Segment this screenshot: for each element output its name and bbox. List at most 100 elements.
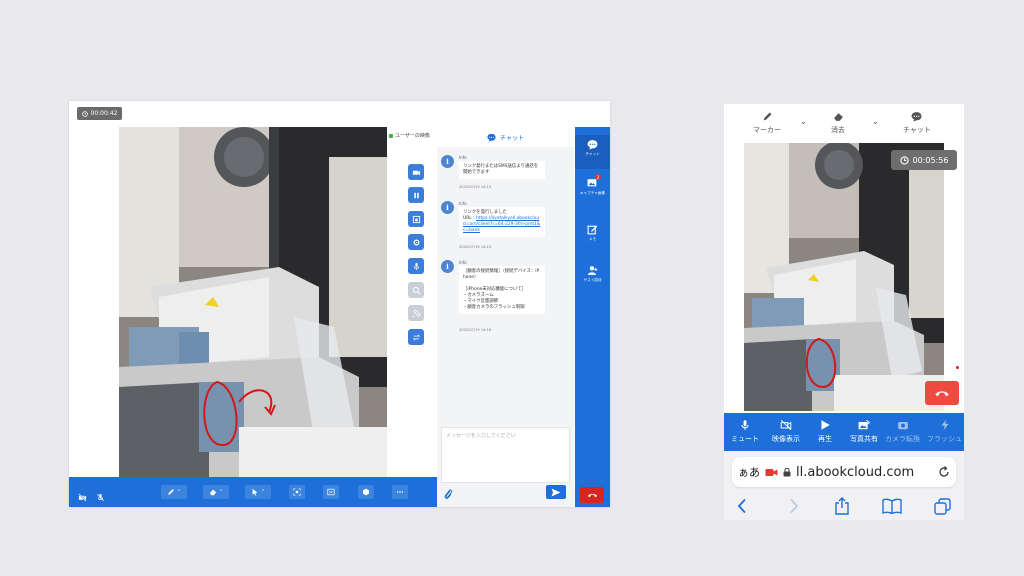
- side-navigation: チャット 2 キャプチャ画像 メモ ゲスト招待: [575, 127, 610, 507]
- mic-icon: [741, 420, 749, 430]
- call-timer-text: 00:00:42: [90, 110, 118, 117]
- mic-off-toggle[interactable]: [96, 487, 105, 506]
- video-off-toggle[interactable]: [78, 487, 87, 506]
- share-button[interactable]: [832, 496, 852, 516]
- tabs-icon: [933, 497, 951, 515]
- camera-in-use-icon: [765, 468, 778, 476]
- message-timestamp: 2022/07/19 14:16: [459, 328, 492, 332]
- nav-memo[interactable]: メモ: [575, 224, 610, 242]
- camera-settings-button[interactable]: [408, 234, 424, 250]
- chat-panel: チャット i Info リンク発行またはSMS送信より通話を開始できます 202…: [437, 127, 574, 507]
- eraser-icon: [209, 489, 217, 496]
- call-controls: ミュート 映像表示 再生 写真共有 カメラ転換 フラッシュ: [724, 413, 964, 451]
- mobile-top-toolbar: マーカー ⌄ 消去 ⌄ チャット: [724, 104, 964, 142]
- book-icon: [882, 498, 902, 514]
- focus-icon: [293, 488, 301, 496]
- switch-camera-icon: [412, 334, 420, 340]
- marker-label: マーカー: [753, 126, 781, 134]
- capture-button[interactable]: [408, 211, 424, 227]
- more-button[interactable]: [392, 485, 408, 499]
- browser-nav-bar: [724, 493, 964, 518]
- mute-button[interactable]: ミュート: [731, 419, 759, 444]
- message-sender: Info: [459, 201, 467, 206]
- paperclip-icon: [444, 489, 453, 499]
- end-call-button[interactable]: [580, 487, 604, 503]
- flashlight-button[interactable]: [408, 305, 424, 321]
- end-call-button[interactable]: [925, 381, 959, 405]
- pause-icon: [413, 192, 419, 198]
- hangup-icon: [587, 493, 597, 498]
- forward-button[interactable]: [784, 496, 804, 516]
- user-video-label: ユーザーの映像: [389, 132, 430, 139]
- nav-guest-invite[interactable]: ゲスト招待: [575, 265, 610, 283]
- video-camera-icon: [412, 170, 420, 175]
- share-icon: [835, 497, 849, 515]
- camera-switch-button[interactable]: カメラ転換: [885, 419, 920, 444]
- chat-header: チャット: [437, 127, 574, 147]
- eraser-icon: [833, 113, 843, 121]
- marker-tool[interactable]: マーカー: [753, 111, 781, 135]
- user-video-label-text: ユーザーの映像: [395, 133, 430, 139]
- hexagon-icon: [362, 488, 370, 496]
- message-sender: Info: [459, 155, 467, 160]
- message-bubble: ［顧客の接続情報］（接続デバイス：iPhone） ［iPhone未対応機能につい…: [459, 266, 545, 314]
- lock-icon: [783, 467, 791, 477]
- video-off-icon: [78, 493, 87, 502]
- guest-invite-icon: [587, 266, 598, 275]
- attach-button[interactable]: [443, 485, 453, 504]
- chat-tool[interactable]: チャット: [903, 111, 931, 135]
- video-display-button[interactable]: 映像表示: [772, 419, 800, 444]
- bookmarks-button[interactable]: [882, 496, 902, 516]
- photo-share-button[interactable]: 写真共有: [850, 419, 878, 444]
- photo-share-label: 写真共有: [850, 435, 878, 443]
- pause-button[interactable]: [408, 187, 424, 203]
- more-icon: [396, 491, 404, 493]
- camera-button[interactable]: [408, 164, 424, 180]
- user-video-feed: [119, 127, 387, 477]
- nav-memo-label: メモ: [588, 237, 597, 241]
- flash-button[interactable]: フラッシュ: [927, 419, 962, 444]
- eraser-label: 消去: [831, 126, 845, 134]
- info-icon: i: [441, 155, 454, 168]
- nav-chat[interactable]: チャット: [575, 135, 610, 169]
- send-button[interactable]: [546, 485, 566, 499]
- customer-phone-screen: マーカー ⌄ 消去 ⌄ チャット 00:05:56 ミュート 映像表示 再生 写…: [724, 104, 964, 520]
- marker-tool-button[interactable]: ⌃: [161, 485, 187, 499]
- call-timer-text: 00:05:56: [912, 155, 949, 165]
- camera-switch-label: カメラ転換: [885, 435, 920, 443]
- flashlight-icon: [412, 308, 421, 317]
- address-bar[interactable]: ぁあ ll.abookcloud.com: [732, 457, 956, 487]
- play-button[interactable]: 再生: [818, 419, 832, 444]
- manual-button[interactable]: [323, 485, 339, 499]
- chevron-right-icon: [790, 498, 799, 514]
- settings-button[interactable]: [358, 485, 374, 499]
- reload-icon[interactable]: [938, 466, 950, 478]
- back-button[interactable]: [732, 496, 752, 516]
- capture-icon: [412, 215, 420, 223]
- switch-camera-button[interactable]: [408, 329, 424, 345]
- nav-guest-label: ゲスト招待: [583, 278, 602, 282]
- eraser-tool-button[interactable]: ⌃: [203, 485, 229, 499]
- chat-label: チャット: [903, 126, 931, 134]
- text-size-button[interactable]: ぁあ: [738, 464, 760, 480]
- tabs-button[interactable]: [932, 496, 952, 516]
- focus-button[interactable]: [289, 485, 305, 499]
- chevron-down-icon[interactable]: ⌄: [872, 117, 879, 126]
- chevron-up-icon: ⌃: [260, 489, 266, 495]
- zoom-in-button[interactable]: [408, 282, 424, 298]
- pointer-tool-button[interactable]: ⌃: [245, 485, 271, 499]
- status-dot: [389, 133, 393, 138]
- chat-title: チャット: [500, 134, 524, 142]
- mic-icon: [413, 262, 419, 270]
- marker-icon: [763, 112, 771, 121]
- flash-icon: [940, 419, 949, 431]
- gear-icon: [413, 239, 419, 245]
- video-display-label: 映像表示: [772, 435, 800, 443]
- mic-mute-button[interactable]: [408, 258, 424, 274]
- eraser-tool[interactable]: 消去: [831, 111, 845, 135]
- chevron-down-icon[interactable]: ⌄: [800, 117, 807, 126]
- memo-icon: [587, 225, 598, 235]
- nav-capture-images[interactable]: 2 キャプチャ画像: [575, 174, 610, 196]
- chat-message-input[interactable]: メッセージを入力してください: [441, 427, 570, 483]
- nav-capture-label: キャプチャ画像: [579, 191, 606, 195]
